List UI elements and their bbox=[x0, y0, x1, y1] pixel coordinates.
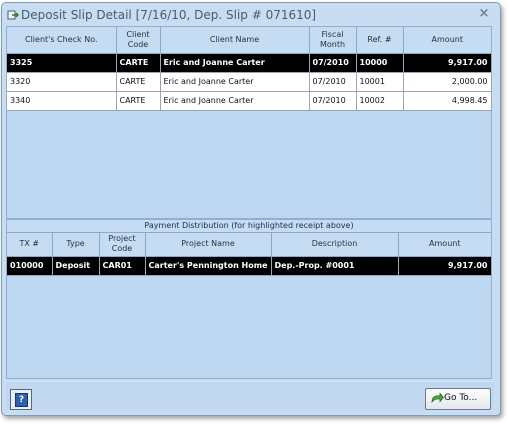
col-header-project-code[interactable]: Project Code bbox=[99, 233, 146, 257]
client-name-cell: Eric and Joanne Carter bbox=[160, 53, 310, 73]
receipt-row[interactable]: 3325 CARTE Eric and Joanne Carter 07/201… bbox=[7, 53, 492, 73]
receipts-grid: Client's Check No. Client Code Client Na… bbox=[6, 26, 492, 219]
description-cell: Dep.-Prop. #0001 bbox=[271, 256, 399, 276]
col-header-fiscal-month[interactable]: Fiscal Month bbox=[309, 27, 357, 54]
button-bar: ? Go To... bbox=[6, 381, 494, 410]
client-name-cell: Eric and Joanne Carter bbox=[160, 72, 310, 92]
col-header-check-no[interactable]: Client's Check No. bbox=[7, 27, 117, 54]
fiscal-month-cell: 07/2010 bbox=[309, 91, 357, 111]
col-header-ref-no[interactable]: Ref. # bbox=[356, 27, 404, 54]
col-header-client-name[interactable]: Client Name bbox=[160, 27, 310, 54]
ref-no-cell: 10000 bbox=[356, 53, 404, 73]
check-no-cell: 3320 bbox=[7, 72, 117, 92]
project-code-cell: CAR01 bbox=[99, 256, 146, 276]
col-header-amount[interactable]: Amount bbox=[398, 233, 491, 257]
amount-cell: 2,000.00 bbox=[403, 72, 492, 92]
check-no-cell: 3325 bbox=[7, 53, 117, 73]
check-no-cell: 3340 bbox=[7, 91, 117, 111]
close-button[interactable]: × bbox=[476, 6, 492, 22]
go-to-label: Go To... bbox=[444, 393, 478, 403]
amount-cell: 9,917.00 bbox=[398, 256, 492, 276]
col-header-amount[interactable]: Amount bbox=[403, 27, 491, 54]
help-icon: ? bbox=[15, 393, 28, 407]
app-icon bbox=[7, 10, 19, 20]
distribution-row[interactable]: 010000 Deposit CAR01 Carter's Pennington… bbox=[7, 256, 492, 276]
distribution-table: TX # Type Project Code Project Name Desc… bbox=[7, 233, 492, 276]
window-title: Deposit Slip Detail [7/16/10, Dep. Slip … bbox=[21, 8, 317, 22]
ref-no-cell: 10002 bbox=[356, 91, 404, 111]
receipts-table: Client's Check No. Client Code Client Na… bbox=[7, 27, 492, 111]
go-to-button[interactable]: Go To... bbox=[425, 388, 491, 410]
tx-no-cell: 010000 bbox=[7, 256, 53, 276]
col-header-tx-no[interactable]: TX # bbox=[7, 233, 53, 257]
client-code-cell: CARTE bbox=[116, 91, 161, 111]
help-button[interactable]: ? bbox=[10, 389, 32, 410]
amount-cell: 4,998.45 bbox=[403, 91, 492, 111]
fiscal-month-cell: 07/2010 bbox=[309, 72, 357, 92]
receipt-row[interactable]: 3320 CARTE Eric and Joanne Carter 07/201… bbox=[7, 72, 492, 92]
col-header-type[interactable]: Type bbox=[52, 233, 100, 257]
col-header-description[interactable]: Description bbox=[271, 233, 399, 257]
ref-no-cell: 10001 bbox=[356, 72, 404, 92]
payment-distribution-title: Payment Distribution (for highlighted re… bbox=[7, 220, 491, 233]
title-bar[interactable]: Deposit Slip Detail [7/16/10, Dep. Slip … bbox=[2, 3, 500, 27]
col-header-project-name[interactable]: Project Name bbox=[145, 233, 272, 257]
receipt-row[interactable]: 3340 CARTE Eric and Joanne Carter 07/201… bbox=[7, 91, 492, 111]
fiscal-month-cell: 07/2010 bbox=[309, 53, 357, 73]
amount-cell: 9,917.00 bbox=[403, 53, 492, 73]
type-cell: Deposit bbox=[52, 256, 100, 276]
payment-distribution-grid: Payment Distribution (for highlighted re… bbox=[6, 219, 492, 379]
client-code-cell: CARTE bbox=[116, 53, 161, 73]
deposit-slip-detail-window: Deposit Slip Detail [7/16/10, Dep. Slip … bbox=[1, 2, 501, 416]
green-arrow-icon bbox=[431, 392, 444, 404]
client-code-cell: CARTE bbox=[116, 72, 161, 92]
client-name-cell: Eric and Joanne Carter bbox=[160, 91, 310, 111]
project-name-cell: Carter's Pennington Home bbox=[145, 256, 272, 276]
col-header-client-code[interactable]: Client Code bbox=[116, 27, 161, 54]
